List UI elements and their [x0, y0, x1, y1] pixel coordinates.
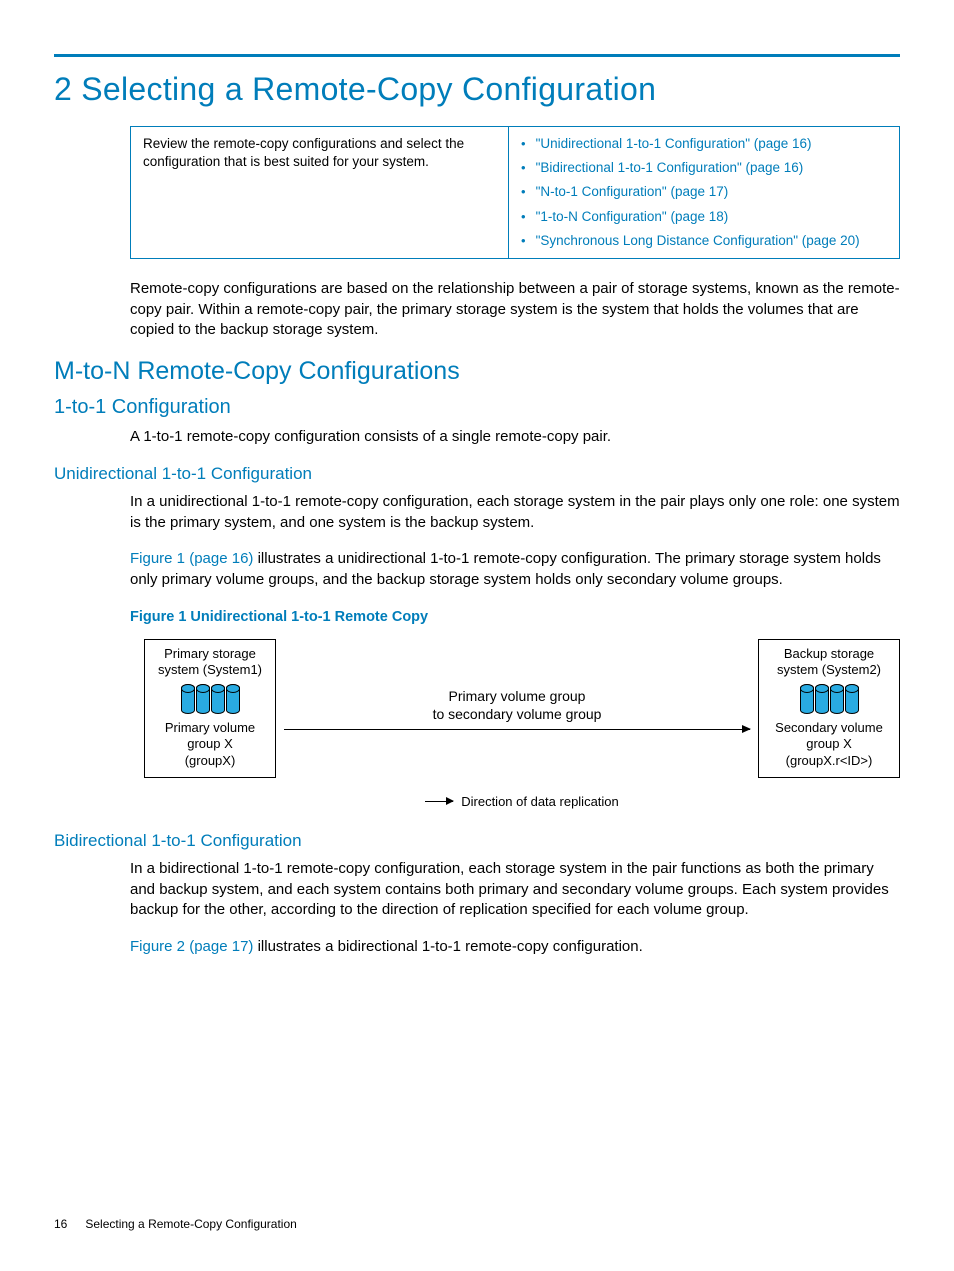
- intro-paragraph: Remote-copy configurations are based on …: [130, 279, 900, 341]
- arrow-right-icon: [425, 801, 453, 802]
- figure-1-caption: Figure 1 Unidirectional 1-to-1 Remote Co…: [130, 609, 900, 625]
- subsub-bidirectional: Bidirectional 1-to-1 Configuration: [54, 831, 900, 851]
- info-box-links: • "Unidirectional 1-to-1 Configuration" (…: [509, 127, 899, 258]
- toc-link[interactable]: "Unidirectional 1-to-1 Configuration" (p…: [536, 135, 812, 153]
- toc-link[interactable]: "N-to-1 Configuration" (page 17): [536, 183, 729, 201]
- toc-link[interactable]: "Bidirectional 1-to-1 Configuration" (pa…: [536, 159, 804, 177]
- secondary-volume-label: Secondary volume group X (groupX.r<ID>): [769, 720, 889, 769]
- para-bi-2-rest: illustrates a bidirectional 1-to-1 remot…: [253, 938, 642, 955]
- para-1to1: A 1-to-1 remote-copy configuration consi…: [130, 427, 900, 448]
- page-number: 16: [54, 1217, 67, 1231]
- primary-volume-label: Primary volume group X (groupX): [155, 720, 265, 769]
- backup-storage-label: Backup storage system (System2): [769, 646, 889, 679]
- cylinder-icon: [769, 684, 889, 714]
- para-uni-1: In a unidirectional 1-to-1 remote-copy c…: [130, 492, 900, 533]
- para-uni-2: Figure 1 (page 16) illustrates a unidire…: [130, 549, 900, 590]
- info-box: Review the remote-copy configurations an…: [130, 126, 900, 259]
- bullet-icon: •: [521, 135, 526, 153]
- legend-text: Direction of data replication: [461, 794, 619, 809]
- toc-link[interactable]: "Synchronous Long Distance Configuration…: [536, 232, 860, 250]
- arrow-right-icon: [284, 729, 750, 730]
- primary-storage-box: Primary storage system (System1) Primary…: [144, 639, 276, 778]
- bullet-icon: •: [521, 159, 526, 177]
- cylinder-icon: [155, 684, 265, 714]
- para-bi-1: In a bidirectional 1-to-1 remote-copy co…: [130, 859, 900, 921]
- figure-1-link[interactable]: Figure 1 (page 16): [130, 550, 253, 567]
- backup-storage-box: Backup storage system (System2) Secondar…: [758, 639, 900, 778]
- arrow-label: Primary volume group to secondary volume…: [284, 687, 750, 723]
- bullet-icon: •: [521, 183, 526, 201]
- para-bi-2: Figure 2 (page 17) illustrates a bidirec…: [130, 937, 900, 958]
- subsub-unidirectional: Unidirectional 1-to-1 Configuration: [54, 464, 900, 484]
- arrow-area: Primary volume group to secondary volume…: [276, 687, 758, 730]
- bullet-icon: •: [521, 208, 526, 226]
- footer-title: Selecting a Remote-Copy Configuration: [85, 1217, 296, 1231]
- chapter-title: 2 Selecting a Remote-Copy Configuration: [54, 71, 900, 108]
- top-rule: [54, 54, 900, 57]
- figure-2-link[interactable]: Figure 2 (page 17): [130, 938, 253, 955]
- bullet-icon: •: [521, 232, 526, 250]
- subsection-1to1: 1-to-1 Configuration: [54, 396, 900, 419]
- figure-legend: Direction of data replication: [144, 794, 900, 809]
- primary-storage-label: Primary storage system (System1): [155, 646, 265, 679]
- page-footer: 16 Selecting a Remote-Copy Configuration: [54, 1217, 297, 1231]
- section-mton: M-to-N Remote-Copy Configurations: [54, 357, 900, 386]
- toc-link[interactable]: "1-to-N Configuration" (page 18): [536, 208, 729, 226]
- info-box-intro: Review the remote-copy configurations an…: [131, 127, 509, 258]
- figure-1: Primary storage system (System1) Primary…: [144, 639, 900, 809]
